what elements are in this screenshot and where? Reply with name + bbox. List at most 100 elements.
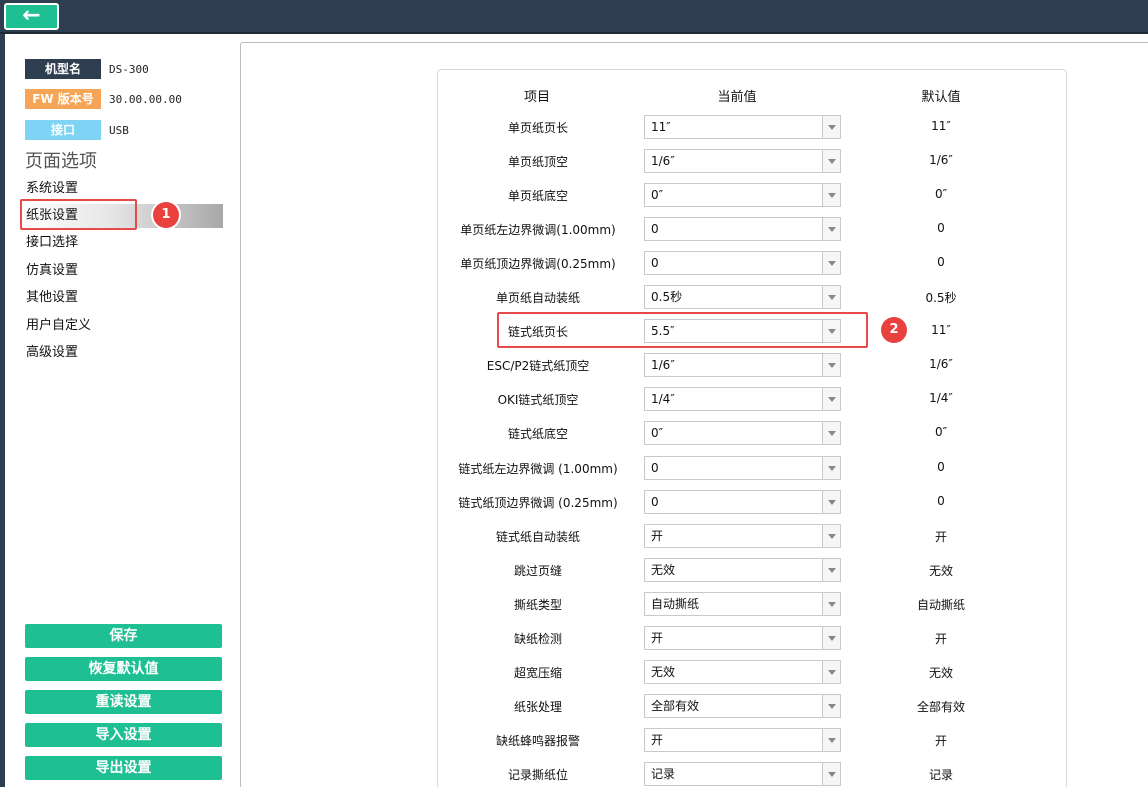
select-value: 0″ — [651, 426, 664, 440]
nav-other-settings[interactable]: 其他设置 — [20, 286, 223, 310]
setting-current-select[interactable]: 1/6″ — [644, 149, 841, 173]
section-title: 页面选项 — [25, 151, 97, 172]
setting-default-value: 开 — [934, 632, 947, 646]
model-row: 机型名 DS-300 — [25, 59, 149, 79]
model-value: DS-300 — [109, 62, 149, 76]
port-row: 接口 USB — [25, 120, 129, 140]
dropdown-arrow-icon[interactable] — [822, 218, 840, 240]
setting-current-select[interactable]: 0.5秒 — [644, 285, 841, 309]
setting-name: 链式纸自动装纸 — [495, 530, 580, 544]
setting-name: 缺纸检测 — [513, 632, 562, 646]
setting-default-value: 0″ — [934, 187, 948, 201]
setting-current-select[interactable]: 11″ — [644, 115, 841, 139]
setting-default-value: 无效 — [928, 666, 953, 680]
setting-current-select[interactable]: 开 — [644, 728, 841, 752]
setting-current-select[interactable]: 1/4″ — [644, 387, 841, 411]
dropdown-arrow-icon[interactable] — [822, 729, 840, 751]
select-value: 开 — [651, 529, 664, 543]
select-value: 1/6″ — [651, 358, 675, 372]
dropdown-arrow-icon[interactable] — [822, 661, 840, 683]
select-value: 0 — [651, 256, 659, 270]
dropdown-arrow-icon[interactable] — [822, 491, 840, 513]
setting-current-select[interactable]: 1/6″ — [644, 353, 841, 377]
setting-current-select[interactable]: 无效 — [644, 660, 841, 684]
setting-current-select[interactable]: 无效 — [644, 558, 841, 582]
select-value: 开 — [651, 631, 664, 645]
setting-default-value: 11″ — [931, 119, 951, 133]
setting-default-value: 0″ — [934, 425, 948, 439]
dropdown-arrow-icon[interactable] — [822, 457, 840, 479]
marker-badge-1: 1 — [153, 202, 179, 228]
setting-current-select[interactable]: 0 — [644, 217, 841, 241]
setting-name: 撕纸类型 — [513, 598, 562, 612]
setting-name: 链式纸顶边界微调 (0.25mm) — [458, 496, 618, 510]
nav-interface-select[interactable]: 接口选择 — [20, 231, 223, 255]
setting-current-select[interactable]: 开 — [644, 524, 841, 548]
header-default: 默认值 — [921, 90, 961, 105]
setting-name: 单页纸顶空 — [507, 155, 568, 169]
dropdown-arrow-icon[interactable] — [822, 695, 840, 717]
dropdown-arrow-icon[interactable] — [822, 252, 840, 274]
setting-current-select[interactable]: 0 — [644, 251, 841, 275]
setting-default-value: 0 — [937, 494, 945, 508]
setting-current-select[interactable]: 0 — [644, 456, 841, 480]
save-button[interactable]: 保存 — [25, 624, 222, 648]
dropdown-arrow-icon[interactable] — [822, 354, 840, 376]
nav-emulation-settings[interactable]: 仿真设置 — [20, 259, 223, 283]
setting-name: 单页纸自动装纸 — [495, 291, 580, 305]
nav-system-settings[interactable]: 系统设置 — [20, 177, 223, 201]
highlight-box-2 — [497, 312, 868, 348]
setting-name: 跳过页缝 — [513, 564, 562, 578]
setting-name: 单页纸页长 — [507, 121, 568, 135]
setting-default-value: 0 — [937, 255, 945, 269]
top-bar: ← — [0, 0, 1148, 34]
restore-defaults-button[interactable]: 恢复默认值 — [25, 657, 222, 681]
setting-default-value: 自动撕纸 — [916, 598, 965, 612]
select-value: 自动撕纸 — [651, 597, 700, 611]
setting-name: 单页纸左边界微调(1.00mm) — [460, 223, 616, 237]
setting-current-select[interactable]: 记录 — [644, 762, 841, 786]
dropdown-arrow-icon[interactable] — [822, 559, 840, 581]
setting-current-select[interactable]: 自动撕纸 — [644, 592, 841, 616]
fw-value: 30.00.00.00 — [109, 92, 182, 106]
reload-settings-button[interactable]: 重读设置 — [25, 690, 222, 714]
select-value: 0 — [651, 461, 659, 475]
dropdown-arrow-icon[interactable] — [822, 286, 840, 308]
setting-name: OKI链式纸顶空 — [497, 393, 579, 407]
dropdown-arrow-icon[interactable] — [822, 627, 840, 649]
dropdown-arrow-icon[interactable] — [822, 116, 840, 138]
setting-name: 链式纸底空 — [507, 427, 568, 441]
setting-name: 链式纸左边界微调 (1.00mm) — [458, 462, 618, 476]
dropdown-arrow-icon[interactable] — [822, 184, 840, 206]
dropdown-arrow-icon[interactable] — [822, 388, 840, 410]
port-tag: 接口 — [25, 120, 101, 140]
select-value: 无效 — [651, 563, 676, 577]
nav-user-defined[interactable]: 用户自定义 — [20, 314, 223, 338]
setting-current-select[interactable]: 0 — [644, 490, 841, 514]
setting-current-select[interactable]: 全部有效 — [644, 694, 841, 718]
highlight-box-1 — [20, 199, 137, 230]
dropdown-arrow-icon[interactable] — [822, 422, 840, 444]
setting-name: 超宽压缩 — [513, 666, 562, 680]
import-settings-button[interactable]: 导入设置 — [25, 723, 222, 747]
setting-current-select[interactable]: 0″ — [644, 421, 841, 445]
back-arrow-icon[interactable]: ← — [4, 3, 59, 30]
setting-default-value: 0.5秒 — [925, 291, 957, 305]
setting-name: 记录撕纸位 — [507, 768, 568, 782]
export-settings-button[interactable]: 导出设置 — [25, 756, 222, 780]
setting-default-value: 0 — [937, 460, 945, 474]
dropdown-arrow-icon[interactable] — [822, 763, 840, 785]
dropdown-arrow-icon[interactable] — [822, 593, 840, 615]
dropdown-arrow-icon[interactable] — [822, 525, 840, 547]
nav-advanced-settings[interactable]: 高级设置 — [20, 341, 223, 365]
setting-default-value: 记录 — [928, 768, 953, 782]
dropdown-arrow-icon[interactable] — [822, 150, 840, 172]
setting-default-value: 1/6″ — [929, 153, 953, 167]
fw-tag: FW 版本号 — [25, 89, 101, 109]
setting-current-select[interactable]: 开 — [644, 626, 841, 650]
setting-default-value: 无效 — [928, 564, 953, 578]
select-value: 11″ — [651, 120, 671, 134]
setting-current-select[interactable]: 0″ — [644, 183, 841, 207]
setting-name: 单页纸底空 — [507, 189, 568, 203]
select-value: 0 — [651, 222, 659, 236]
